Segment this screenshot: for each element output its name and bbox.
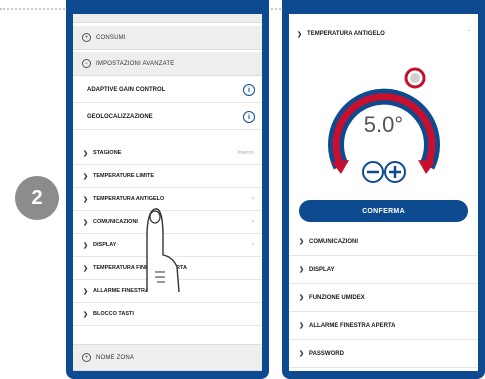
chevron-down-icon: ❯ (299, 351, 305, 357)
top-band (73, 14, 262, 23)
antigelo-header[interactable]: ❯ TEMPERATURA ANTIGELO ˇ (289, 24, 478, 44)
expand-circle-icon: + (82, 33, 91, 42)
chevron-up-icon: ˇ (468, 31, 470, 37)
geolocation-row[interactable]: GEOLOCALIZZAZIONE i (73, 104, 262, 130)
menu-row-value: Inverno (237, 150, 254, 156)
right-phone-screen: ❯ TEMPERATURA ANTIGELO ˇ 5.0° CONFERMA ❯… (289, 14, 478, 371)
menu-row-label: DISPLAY (93, 242, 117, 248)
chevron-down-icon: ❯ (299, 323, 305, 329)
adaptive-gain-info-icon[interactable]: i (243, 84, 255, 96)
rp-row-label: COMUNICAZIONI (309, 238, 359, 245)
plus-button-icon (384, 161, 406, 183)
menu-row-label: BLOCCO TASTI (93, 311, 134, 317)
rp-row-label: ALLARME FINESTRA APERTA (309, 322, 396, 329)
antigelo-header-label: TEMPERATURA ANTIGELO (307, 31, 385, 37)
step-badge: 2 (15, 176, 59, 220)
minus-button-icon (362, 161, 384, 183)
left-phone-frame: + CONSUMI − IMPOSTAZIONI AVANZATE ADAPTI… (66, 0, 269, 379)
chevron-down-icon: ❯ (83, 311, 89, 318)
left-phone-screen: + CONSUMI − IMPOSTAZIONI AVANZATE ADAPTI… (73, 14, 262, 371)
right-phone-frame: ❯ TEMPERATURA ANTIGELO ˇ 5.0° CONFERMA ❯… (282, 0, 485, 379)
menu-row-label: TEMPERATURE LIMITE (93, 173, 155, 179)
rp-row-label: PASSWORD (309, 350, 344, 357)
tap-hand-icon (146, 208, 180, 293)
consumi-label: CONSUMI (96, 34, 126, 41)
chevron-down-icon: ❯ (299, 295, 305, 301)
expand-circle-icon: + (82, 353, 91, 362)
chevron-down-icon: ❯ (83, 265, 89, 272)
rp-row-password[interactable]: ❯ PASSWORD (289, 340, 478, 368)
chevron-right-icon: › (252, 242, 254, 248)
chevron-right-icon: › (252, 196, 254, 202)
rp-row-display[interactable]: ❯ DISPLAY (289, 256, 478, 284)
zone-name-label: NOME ZONA (96, 354, 135, 361)
chevron-down-icon: ❯ (299, 239, 305, 245)
rp-row-umidex[interactable]: ❯ FUNZIONE UMIDEX (289, 284, 478, 312)
rp-row-label: FUNZIONE UMIDEX (309, 294, 365, 301)
rp-row-label: DISPLAY (309, 266, 335, 273)
chevron-down-icon: ❯ (297, 31, 303, 38)
chevron-down-icon: ❯ (83, 173, 89, 180)
confirm-button[interactable]: CONFERMA (299, 200, 468, 222)
zone-name-row[interactable]: + NOME ZONA (73, 344, 262, 371)
chevron-down-icon: ❯ (83, 288, 89, 295)
chevron-right-icon: › (252, 219, 254, 225)
chevron-down-icon: ❯ (83, 242, 89, 249)
temperature-value: 5.0° (363, 112, 404, 137)
chevron-down-icon: ❯ (83, 196, 89, 203)
collapse-circle-icon: − (82, 59, 91, 68)
consumi-row[interactable]: + CONSUMI (73, 26, 262, 50)
geolocation-info-icon[interactable]: i (243, 111, 255, 123)
chevron-down-icon: ❯ (299, 267, 305, 273)
adaptive-gain-row[interactable]: ADAPTIVE GAIN CONTROL i (73, 77, 262, 103)
menu-row-stagione[interactable]: ❯ STAGIONE Inverno (73, 142, 262, 165)
rp-row-comunicazioni[interactable]: ❯ COMUNICAZIONI (289, 228, 478, 256)
chevron-down-icon: ❯ (83, 150, 89, 157)
dial-handle-center-icon (410, 73, 420, 83)
rp-row-allarme-finestra[interactable]: ❯ ALLARME FINESTRA APERTA (289, 312, 478, 340)
adaptive-gain-label: ADAPTIVE GAIN CONTROL (87, 86, 166, 93)
chevron-down-icon: ❯ (83, 219, 89, 226)
advanced-settings-row[interactable]: − IMPOSTAZIONI AVANZATE (73, 52, 262, 76)
advanced-settings-label: IMPOSTAZIONI AVANZATE (96, 60, 175, 67)
menu-row-label: STAGIONE (93, 150, 122, 156)
geolocation-label: GEOLOCALIZZAZIONE (87, 113, 153, 120)
menu-row-temperature-limite[interactable]: ❯ TEMPERATURE LIMITE (73, 165, 262, 188)
